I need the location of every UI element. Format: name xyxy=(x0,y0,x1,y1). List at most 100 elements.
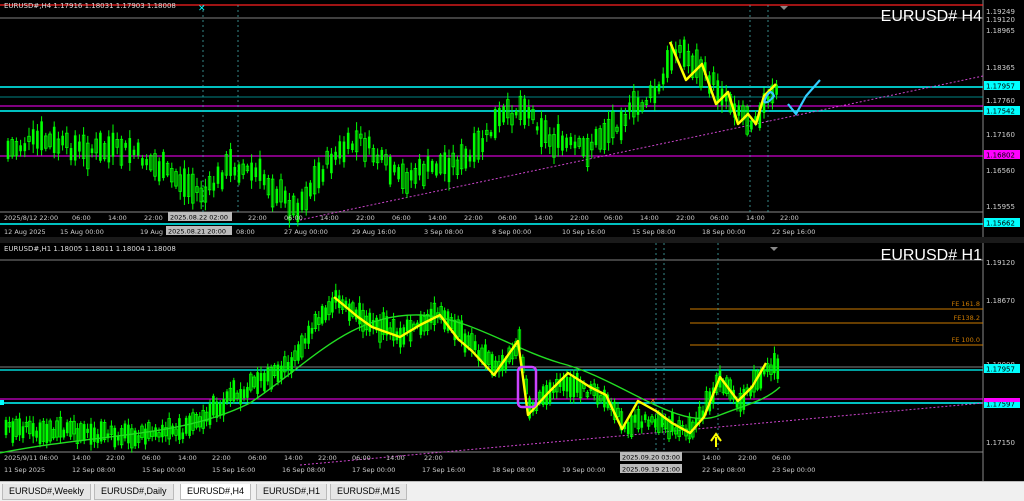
h4-chart-panel[interactable]: ✕ 1.19249 1.19120 1.18965 1.18365 1.17957 1.17… xyxy=(0,0,1024,237)
h4-candle-body xyxy=(430,160,434,173)
h1-candle-body xyxy=(239,389,242,405)
h4-time-label: 06:00 xyxy=(72,214,91,222)
h4-candle-body xyxy=(136,142,140,156)
h1-price-label: 1.17150 xyxy=(986,439,1015,447)
h1-candle-body xyxy=(242,389,246,399)
h1-scroll-marker xyxy=(770,247,778,251)
h4-candle-body xyxy=(481,138,484,153)
tab-h4[interactable]: EURUSD#,H4 xyxy=(180,484,252,500)
h4-time-label: 12 Aug 2025 xyxy=(4,228,46,236)
h1-candle-body xyxy=(290,357,293,373)
h1-time-label: 17 Sep 16:00 xyxy=(422,466,465,474)
h4-candle-body xyxy=(527,107,531,119)
h1-chart-canvas[interactable]: FE 161.8 FE138.2 FE 100.0 ✕ 1.19120 1.18670 1.… xyxy=(0,243,1024,481)
h1-candle-body xyxy=(565,376,569,392)
h1-candle-body xyxy=(154,427,157,437)
h4-time-label: 2025.08.21 20:00 xyxy=(168,228,226,236)
h4-candle-body xyxy=(388,156,392,185)
h4-candle-body xyxy=(250,162,253,181)
h4-time-label: 19 Aug xyxy=(140,228,163,236)
h4-price-label: 1.17760 xyxy=(986,97,1015,105)
h4-candle-body xyxy=(556,124,560,148)
h4-candle-body xyxy=(233,166,237,176)
h1-time-label: 18 Sep 08:00 xyxy=(492,466,535,474)
h1-fe-label: FE138.2 xyxy=(954,314,980,322)
h4-candle-body xyxy=(380,149,384,161)
h1-chart-panel[interactable]: FE 161.8 FE138.2 FE 100.0 ✕ 1.19120 1.18670 1.… xyxy=(0,243,1024,481)
tab-daily[interactable]: EURUSD#,Daily xyxy=(94,484,174,500)
h1-magenta-tag xyxy=(984,398,1020,402)
h4-candle-body xyxy=(628,102,631,112)
h4-candle-body xyxy=(31,129,35,145)
h1-time-label: 14:00 xyxy=(386,454,405,462)
h1-time-label: 14:00 xyxy=(284,454,303,462)
h1-candle-body xyxy=(144,428,147,445)
h1-candle-body xyxy=(773,353,776,374)
h4-candle-body xyxy=(346,132,350,150)
h4-price-label: 1.15662 xyxy=(986,220,1015,228)
h4-time-label: 14:00 xyxy=(108,214,127,222)
h1-price-label: 1.17957 xyxy=(986,366,1015,374)
h4-candle-body xyxy=(229,149,232,176)
h1-candle-body xyxy=(62,429,66,438)
h4-scroll-marker xyxy=(780,6,788,10)
h4-time-label: 14:00 xyxy=(320,214,339,222)
h4-time-label: 10 Sep 16:00 xyxy=(562,228,605,236)
h1-candle-body xyxy=(575,373,579,393)
h1-candle-body xyxy=(86,428,89,433)
h1-candle-body xyxy=(633,414,637,423)
h1-level-handle xyxy=(0,400,4,405)
h1-candle-body xyxy=(246,386,249,398)
h4-candle-body xyxy=(220,172,224,190)
h1-time-label: 22:00 xyxy=(106,454,125,462)
h1-time-label: 22 Sep 08:00 xyxy=(702,466,745,474)
h4-chart-canvas[interactable]: ✕ 1.192491.19120 1.18965 1.18365 1.17957 1.17… xyxy=(0,0,1024,237)
h4-time-label: 27 Aug 00:00 xyxy=(284,228,328,236)
h4-time-label: 18 Sep 00:00 xyxy=(702,228,745,236)
h1-candle-body xyxy=(473,341,477,351)
h4-price-label: 1.19120 xyxy=(986,16,1015,24)
tab-weekly[interactable]: EURUSD#,Weekly xyxy=(2,484,91,500)
h4-candle-body xyxy=(342,141,346,163)
h4-price-label: 1.18365 xyxy=(986,64,1015,72)
h1-time-label: 06:00 xyxy=(772,454,791,462)
h4-candle-body xyxy=(594,128,598,146)
h1-candle-body xyxy=(218,403,222,416)
h4-candle-body xyxy=(157,161,161,182)
h1-candle-body xyxy=(358,302,361,325)
h4-candle-body xyxy=(657,84,661,92)
h4-time-label: 8 Sep 00:00 xyxy=(492,228,531,236)
h4-candle-body xyxy=(262,174,266,186)
h1-time-label: 22:00 xyxy=(318,454,337,462)
h4-candle-body xyxy=(393,164,396,173)
tab-h1[interactable]: EURUSD#,H1 xyxy=(256,484,328,500)
h1-fe-label: FE 100.0 xyxy=(951,336,980,344)
h4-candle-body xyxy=(162,151,165,179)
h1-candle-body xyxy=(303,338,307,344)
h4-candle-body xyxy=(661,73,665,85)
h4-time-label: 06:00 xyxy=(284,214,303,222)
h1-candle-body xyxy=(569,377,572,398)
h1-time-label: 23 Sep 00:00 xyxy=(772,466,815,474)
h4-candle-body xyxy=(19,145,22,152)
h4-candle-body xyxy=(73,135,77,161)
h1-candle-body xyxy=(259,373,263,382)
h4-price-label: 1.17160 xyxy=(986,131,1015,139)
h1-time-label: 16 Sep 08:00 xyxy=(282,466,325,474)
h1-candle-body xyxy=(35,430,38,438)
h4-candle-body xyxy=(418,158,421,176)
h4-candle-body xyxy=(367,136,371,149)
tab-m15[interactable]: EURUSD#,M15 xyxy=(330,484,408,500)
h4-candle-body xyxy=(498,107,501,127)
h4-time-label: 14:00 xyxy=(428,214,447,222)
h1-time-label: 19 Sep 00:00 xyxy=(562,466,605,474)
h1-candle-body xyxy=(776,358,780,380)
h4-time-label: 29 Aug 16:00 xyxy=(352,228,396,236)
h1-candle-body xyxy=(4,419,8,436)
h4-candle-body xyxy=(737,105,741,116)
h1-candle-body xyxy=(324,307,327,321)
h4-time-label: 2025.08.22 02:00 xyxy=(170,214,228,222)
h4-candle-body xyxy=(99,132,102,161)
h4-time-label: 22:00 xyxy=(464,214,483,222)
h4-candle-body xyxy=(351,143,354,150)
